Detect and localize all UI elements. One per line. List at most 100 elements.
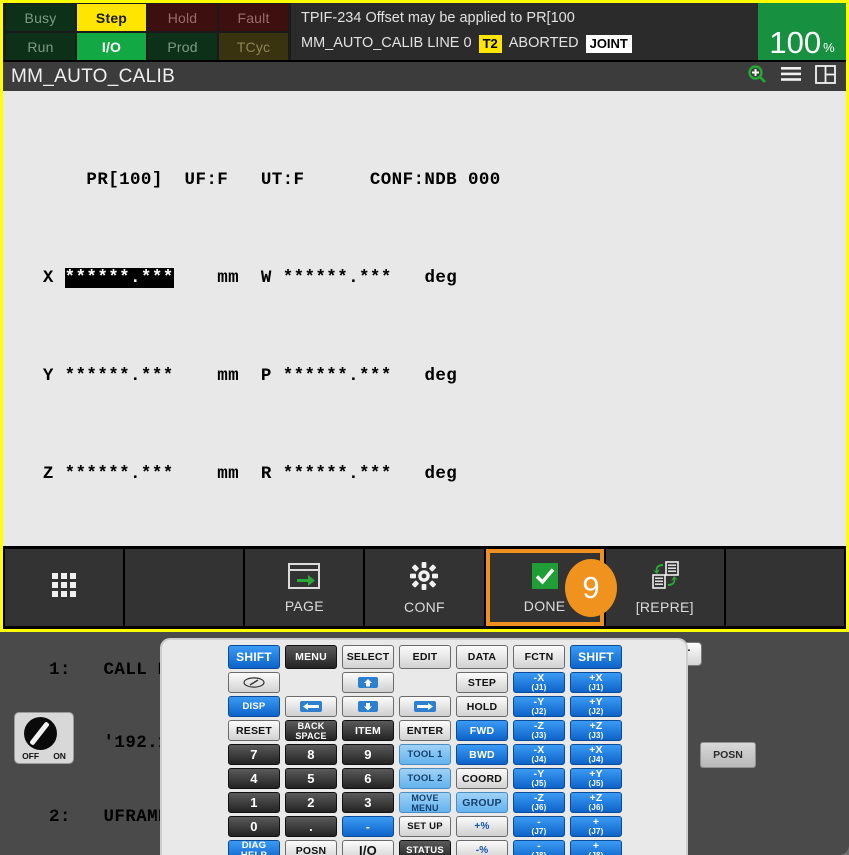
key-jog-plus-y-j2[interactable]: +Y (J2) bbox=[570, 696, 622, 717]
key-jog-minus-z-j6[interactable]: -Z (J6) bbox=[513, 792, 565, 813]
key-arrow-right[interactable] bbox=[399, 696, 451, 717]
key-jog-plus-j7[interactable]: + (J7) bbox=[570, 816, 622, 837]
key-3[interactable]: 3 bbox=[342, 792, 394, 813]
key-period[interactable]: . bbox=[285, 816, 337, 837]
softkey-conf[interactable]: CONF bbox=[365, 549, 484, 626]
jog-label-py: +Y bbox=[589, 695, 603, 708]
key-fwd[interactable]: FWD bbox=[456, 720, 508, 741]
key-item[interactable]: ITEM bbox=[342, 720, 394, 741]
softkey-repre[interactable]: [REPRE] bbox=[605, 549, 724, 626]
axis-value-w[interactable]: ******.*** bbox=[283, 268, 392, 288]
key-jog-plus-x-j4[interactable]: +X (J4) bbox=[570, 744, 622, 765]
jog-sub-j2b: (J2) bbox=[588, 706, 604, 716]
key-backspace[interactable]: BACK SPACE bbox=[285, 720, 337, 741]
key-jog-plus-y-j5[interactable]: +Y (J5) bbox=[570, 768, 622, 789]
jog-label-pz: +Z bbox=[589, 719, 603, 732]
key-tool-1[interactable]: TOOL 1 bbox=[399, 744, 451, 765]
app-grid-icon bbox=[51, 572, 77, 603]
key-jog-plus-j8[interactable]: + (J8) bbox=[570, 840, 622, 855]
mode-key-switch[interactable]: OFF ON bbox=[14, 712, 74, 764]
key-2[interactable]: 2 bbox=[285, 792, 337, 813]
key-enter[interactable]: ENTER bbox=[399, 720, 451, 741]
softkey-page-label: PAGE bbox=[284, 597, 324, 614]
axis-value-z[interactable]: ******.*** bbox=[65, 464, 174, 484]
key-shift-right[interactable]: SHIFT bbox=[570, 645, 622, 669]
key-select[interactable]: SELECT bbox=[342, 645, 394, 669]
status-header: Busy Step Hold Fault Run I/O Prod TCyc T… bbox=[3, 3, 846, 60]
key-decrease-speed[interactable]: -% bbox=[456, 840, 508, 855]
key-diag-help[interactable]: DIAG HELP bbox=[228, 840, 280, 855]
softkey-bar: PAGE CONF DONE [REPRE] bbox=[3, 546, 846, 629]
layout-icon[interactable] bbox=[815, 64, 836, 89]
key-reset[interactable]: RESET bbox=[228, 720, 280, 741]
key-jog-minus-x-j1[interactable]: -X (J1) bbox=[513, 672, 565, 693]
key-increase-speed[interactable]: +% bbox=[456, 816, 508, 837]
status-led-fault[interactable]: Fault bbox=[219, 4, 288, 31]
key-jog-minus-y-j2[interactable]: -Y (J2) bbox=[513, 696, 565, 717]
pr-row-y[interactable]: Y ******.*** mm P ******.*** deg bbox=[21, 364, 846, 389]
axis-value-p[interactable]: ******.*** bbox=[283, 366, 392, 386]
key-jog-plus-z-j3[interactable]: +Z (J3) bbox=[570, 720, 622, 741]
key-arrow-down[interactable] bbox=[342, 696, 394, 717]
key-data[interactable]: DATA bbox=[456, 645, 508, 669]
status-led-io[interactable]: I/O bbox=[77, 33, 146, 60]
key-menu[interactable]: MENU bbox=[285, 645, 337, 669]
menu-icon[interactable] bbox=[780, 65, 802, 88]
status-led-step[interactable]: Step bbox=[77, 4, 146, 31]
status-led-hold[interactable]: Hold bbox=[148, 4, 217, 31]
key-hold[interactable]: HOLD bbox=[456, 696, 508, 717]
key-set-up[interactable]: SET UP bbox=[399, 816, 451, 837]
key-tool-2[interactable]: TOOL 2 bbox=[399, 768, 451, 789]
key-minus[interactable]: - bbox=[342, 816, 394, 837]
speed-override-badge[interactable]: 100 % bbox=[758, 3, 846, 60]
key-switch-knob[interactable] bbox=[24, 717, 57, 750]
softkey-app-grid[interactable] bbox=[5, 549, 124, 626]
key-7[interactable]: 7 bbox=[228, 744, 280, 765]
key-arrow-left[interactable] bbox=[285, 696, 337, 717]
key-shift-left[interactable]: SHIFT bbox=[228, 645, 280, 669]
status-led-run[interactable]: Run bbox=[6, 33, 75, 60]
key-4[interactable]: 4 bbox=[228, 768, 280, 789]
key-posn[interactable]: POSN bbox=[285, 840, 337, 855]
key-8[interactable]: 8 bbox=[285, 744, 337, 765]
key-jog-minus-j8[interactable]: - (J8) bbox=[513, 840, 565, 855]
program-content-area[interactable]: PR[100] UF:F UT:F CONF:NDB 000 X ******.… bbox=[3, 91, 846, 827]
axis-value-y[interactable]: ******.*** bbox=[65, 366, 174, 386]
key-0[interactable]: 0 bbox=[228, 816, 280, 837]
status-led-prod[interactable]: Prod bbox=[148, 33, 217, 60]
key-1[interactable]: 1 bbox=[228, 792, 280, 813]
status-led-tcyc[interactable]: TCyc bbox=[219, 33, 288, 60]
key-bwd[interactable]: BWD bbox=[456, 744, 508, 765]
key-coord[interactable]: COORD bbox=[456, 768, 508, 789]
key-jog-minus-x-j4[interactable]: -X (J4) bbox=[513, 744, 565, 765]
zoom-in-icon[interactable] bbox=[747, 64, 767, 89]
pr-row-z[interactable]: Z ******.*** mm R ******.*** deg bbox=[21, 462, 846, 487]
key-status[interactable]: STATUS bbox=[399, 840, 451, 855]
side-button-posn[interactable]: POSN bbox=[700, 742, 756, 768]
key-5[interactable]: 5 bbox=[285, 768, 337, 789]
key-disp[interactable]: DISP bbox=[228, 696, 280, 717]
key-step[interactable]: STEP bbox=[456, 672, 508, 693]
key-fctn[interactable]: FCTN bbox=[513, 645, 565, 669]
key-jog-minus-z-j3[interactable]: -Z (J3) bbox=[513, 720, 565, 741]
key-group[interactable]: GROUP bbox=[456, 792, 508, 813]
key-jog-plus-z-j6[interactable]: +Z (J6) bbox=[570, 792, 622, 813]
key-arrow-up[interactable] bbox=[342, 672, 394, 693]
message-area[interactable]: TPIF-234 Offset may be applied to PR[100… bbox=[291, 3, 758, 60]
softkey-empty-1[interactable] bbox=[125, 549, 244, 626]
axis-value-x[interactable]: ******.*** bbox=[64, 267, 174, 288]
status-led-busy[interactable]: Busy bbox=[6, 4, 75, 31]
key-move-menu[interactable]: MOVE MENU bbox=[399, 792, 451, 813]
axis-value-r[interactable]: ******.*** bbox=[283, 464, 392, 484]
key-jog-minus-j7[interactable]: - (J7) bbox=[513, 816, 565, 837]
key-io[interactable]: I/O bbox=[342, 840, 394, 855]
pr-row-x[interactable]: X ******.*** mm W ******.*** deg bbox=[21, 266, 846, 291]
key-emblem[interactable] bbox=[228, 672, 280, 693]
key-6[interactable]: 6 bbox=[342, 768, 394, 789]
key-jog-minus-y-j5[interactable]: -Y (J5) bbox=[513, 768, 565, 789]
key-edit[interactable]: EDIT bbox=[399, 645, 451, 669]
softkey-empty-2[interactable] bbox=[725, 549, 844, 626]
softkey-page[interactable]: PAGE bbox=[245, 549, 364, 626]
key-9[interactable]: 9 bbox=[342, 744, 394, 765]
key-jog-plus-x-j1[interactable]: +X (J1) bbox=[570, 672, 622, 693]
